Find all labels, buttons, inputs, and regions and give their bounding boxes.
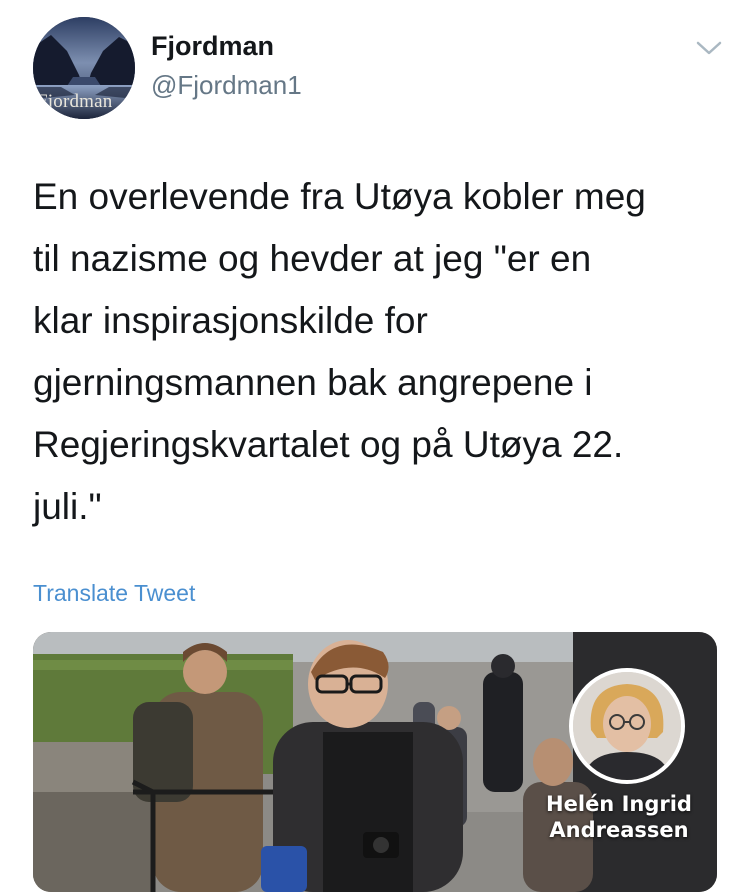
display-name[interactable]: Fjordman xyxy=(151,31,274,62)
translate-tweet-link[interactable]: Translate Tweet xyxy=(33,580,195,607)
inset-portrait xyxy=(569,668,685,784)
tweet-text: En overlevende fra Utøya kobler meg til … xyxy=(33,176,646,527)
chevron-down-icon[interactable] xyxy=(696,37,722,59)
media-caption: Helén Ingrid Andreassen xyxy=(546,792,692,842)
user-handle[interactable]: @Fjordman1 xyxy=(151,70,302,101)
tweet: Fjordman Fjordman @Fjordman1 En overleve… xyxy=(0,0,746,892)
avatar[interactable]: Fjordman xyxy=(33,17,135,119)
avatar-logo-text: Fjordman xyxy=(37,91,113,112)
tweet-media-image[interactable]: Helén Ingrid Andreassen xyxy=(33,632,717,892)
